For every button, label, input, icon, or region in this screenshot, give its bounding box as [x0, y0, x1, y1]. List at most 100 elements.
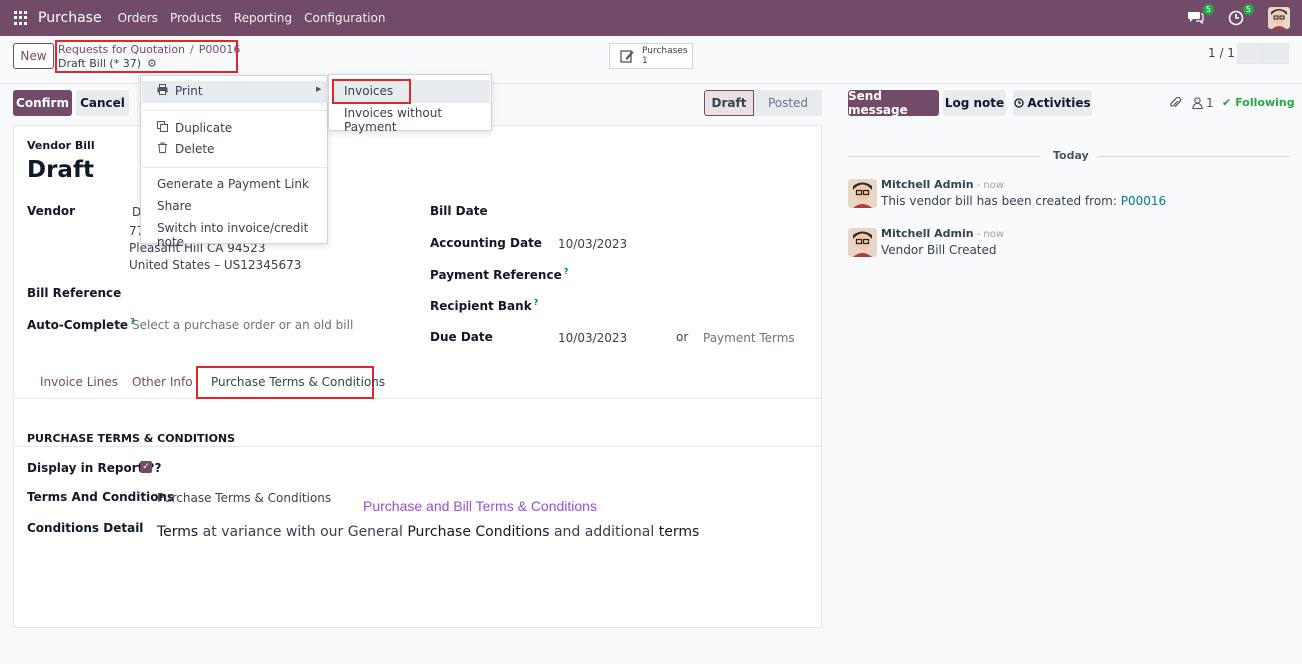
recipient-bank-help-icon[interactable]: ?	[534, 298, 539, 307]
message-po-link[interactable]: P00016	[1121, 194, 1166, 208]
accounting-date-field[interactable]: 10/03/2023	[558, 237, 627, 251]
user-avatar[interactable]	[1268, 7, 1290, 29]
menu-share[interactable]: Share	[157, 199, 192, 213]
message-author-name: Mitchell Admin	[881, 227, 974, 240]
menu-configuration[interactable]: Configuration	[304, 11, 385, 25]
avatar[interactable]	[848, 228, 877, 257]
smart-button-count: 1	[642, 56, 648, 66]
following-button[interactable]: ✔ Following	[1222, 96, 1295, 109]
payment-terms-input[interactable]: Payment Terms	[703, 331, 795, 345]
message-body: Vendor Bill Created	[881, 243, 997, 257]
pager-value[interactable]: 1 / 1	[1208, 46, 1235, 60]
vendor-label: Vendor	[27, 204, 76, 218]
menu-delete-label: Delete	[175, 142, 215, 156]
due-date-label: Due Date	[430, 330, 493, 344]
messages-badge: 5	[1202, 4, 1214, 15]
copy-icon	[157, 121, 171, 135]
menu-reporting[interactable]: Reporting	[234, 11, 292, 25]
payment-reference-label: Payment Reference?	[430, 267, 568, 282]
cancel-button[interactable]: Cancel	[76, 90, 129, 116]
action-dropdown-menu: Print ▶ Duplicate Delete Generate a Paym…	[140, 75, 328, 249]
detail-part-conditions: Purchase Conditions	[407, 524, 550, 540]
due-date-field[interactable]: 10/03/2023	[558, 331, 627, 345]
confirm-button[interactable]: Confirm	[13, 90, 72, 116]
submenu-invoices-without-payment[interactable]: Invoices without Payment	[344, 106, 491, 134]
tab-purchase-terms[interactable]: Purchase Terms & Conditions	[211, 375, 385, 389]
user-icon	[1192, 97, 1203, 109]
vendor-address-country: United States – US12345673	[129, 258, 302, 272]
breadcrumb-current[interactable]: P00016	[199, 43, 241, 56]
today-separator: Today	[1053, 149, 1089, 162]
menu-duplicate[interactable]: Duplicate	[157, 121, 232, 135]
bill-reference-label: Bill Reference	[27, 286, 122, 300]
pager-previous-button[interactable]	[1237, 43, 1263, 64]
terms-heading: Purchase and Bill Terms & Conditions	[363, 498, 597, 514]
menu-products[interactable]: Products	[170, 11, 222, 25]
menu-generate-payment-link[interactable]: Generate a Payment Link	[157, 177, 309, 191]
paperclip-icon[interactable]	[1169, 96, 1182, 112]
conditions-detail-text[interactable]: Terms at variance with our General Purch…	[157, 524, 699, 540]
avatar[interactable]	[848, 179, 877, 208]
auto-complete-label: Auto-Complete?	[27, 317, 135, 332]
gear-icon[interactable]: ⚙	[147, 57, 157, 70]
document-title: Draft	[27, 157, 94, 183]
terms-and-conditions-label: Terms And Conditions	[27, 490, 175, 504]
following-label: Following	[1235, 96, 1295, 109]
detail-part-variance: at variance with our General	[198, 524, 408, 540]
activities-clock-icon[interactable]: 5	[1228, 4, 1254, 26]
pager-next-button[interactable]	[1263, 43, 1289, 64]
purchases-smart-button[interactable]: Purchases 1	[609, 43, 693, 69]
stage-draft[interactable]: Draft	[704, 90, 754, 116]
payment-reference-help-icon[interactable]: ?	[564, 267, 569, 276]
invoices-highlight-box	[332, 79, 411, 104]
menu-switch-invoice-credit-note[interactable]: Switch into invoice/credit note	[157, 221, 327, 249]
printer-icon	[157, 84, 171, 98]
activities-label: Activities	[1027, 96, 1091, 110]
record-name: Draft Bill (* 37)	[58, 57, 142, 70]
send-message-button[interactable]: Send message	[848, 89, 939, 117]
status-bar: Draft Posted	[704, 90, 822, 116]
menu-duplicate-label: Duplicate	[175, 121, 233, 135]
activities-badge: 5	[1242, 4, 1254, 15]
payment-reference-label-text: Payment Reference	[430, 268, 562, 282]
log-note-button[interactable]: Log note	[943, 90, 1006, 116]
check-icon: ✔	[1222, 96, 1232, 109]
terms-and-conditions-field[interactable]: Purchase Terms & Conditions	[157, 491, 331, 505]
top-navbar: Purchase Orders Products Reporting Confi…	[0, 0, 1302, 36]
detail-part-additional: and additional	[549, 524, 659, 540]
message-author[interactable]: Mitchell Admin - now	[881, 178, 1004, 191]
messages-icon[interactable]: 5	[1188, 4, 1214, 26]
message-body-text: This vendor bill has been created from:	[881, 194, 1121, 208]
auto-complete-input[interactable]: Select a purchase order or an old bill	[132, 318, 353, 332]
message-time: - now	[976, 229, 1005, 240]
followers-count: 1	[1206, 96, 1214, 110]
breadcrumb-parent[interactable]: Requests for Quotation	[58, 43, 185, 56]
stage-posted[interactable]: Posted	[754, 90, 822, 116]
terms-section-divider	[14, 446, 821, 447]
caret-right-icon: ▶	[316, 85, 322, 93]
tab-other-info[interactable]: Other Info	[132, 375, 193, 389]
menu-orders[interactable]: Orders	[118, 11, 158, 25]
menu-separator	[142, 110, 328, 111]
message-author-name: Mitchell Admin	[881, 178, 974, 191]
breadcrumb: Requests for Quotation / P00016	[58, 43, 240, 56]
display-in-report-checkbox[interactable]: ✓	[140, 461, 152, 473]
message-author[interactable]: Mitchell Admin - now	[881, 227, 1004, 240]
tabs-divider	[14, 398, 821, 399]
document-type-label: Vendor Bill	[27, 139, 95, 152]
menu-delete[interactable]: Delete	[157, 142, 214, 156]
bill-date-label: Bill Date	[430, 204, 488, 218]
menu-separator	[142, 167, 328, 168]
recipient-bank-label: Recipient Bank?	[430, 298, 538, 313]
conditions-detail-label: Conditions Detail	[27, 521, 144, 535]
new-button[interactable]: New	[13, 43, 54, 69]
activities-button[interactable]: Activities	[1013, 90, 1092, 116]
app-brand[interactable]: Purchase	[38, 10, 102, 26]
followers-button[interactable]: 1	[1192, 96, 1214, 110]
message-time: - now	[976, 180, 1005, 191]
accounting-date-label: Accounting Date	[430, 236, 542, 250]
apps-grid-icon[interactable]	[14, 11, 28, 25]
auto-complete-label-text: Auto-Complete	[27, 318, 129, 332]
menu-print[interactable]: Print	[157, 84, 203, 98]
tab-invoice-lines[interactable]: Invoice Lines	[40, 375, 118, 389]
